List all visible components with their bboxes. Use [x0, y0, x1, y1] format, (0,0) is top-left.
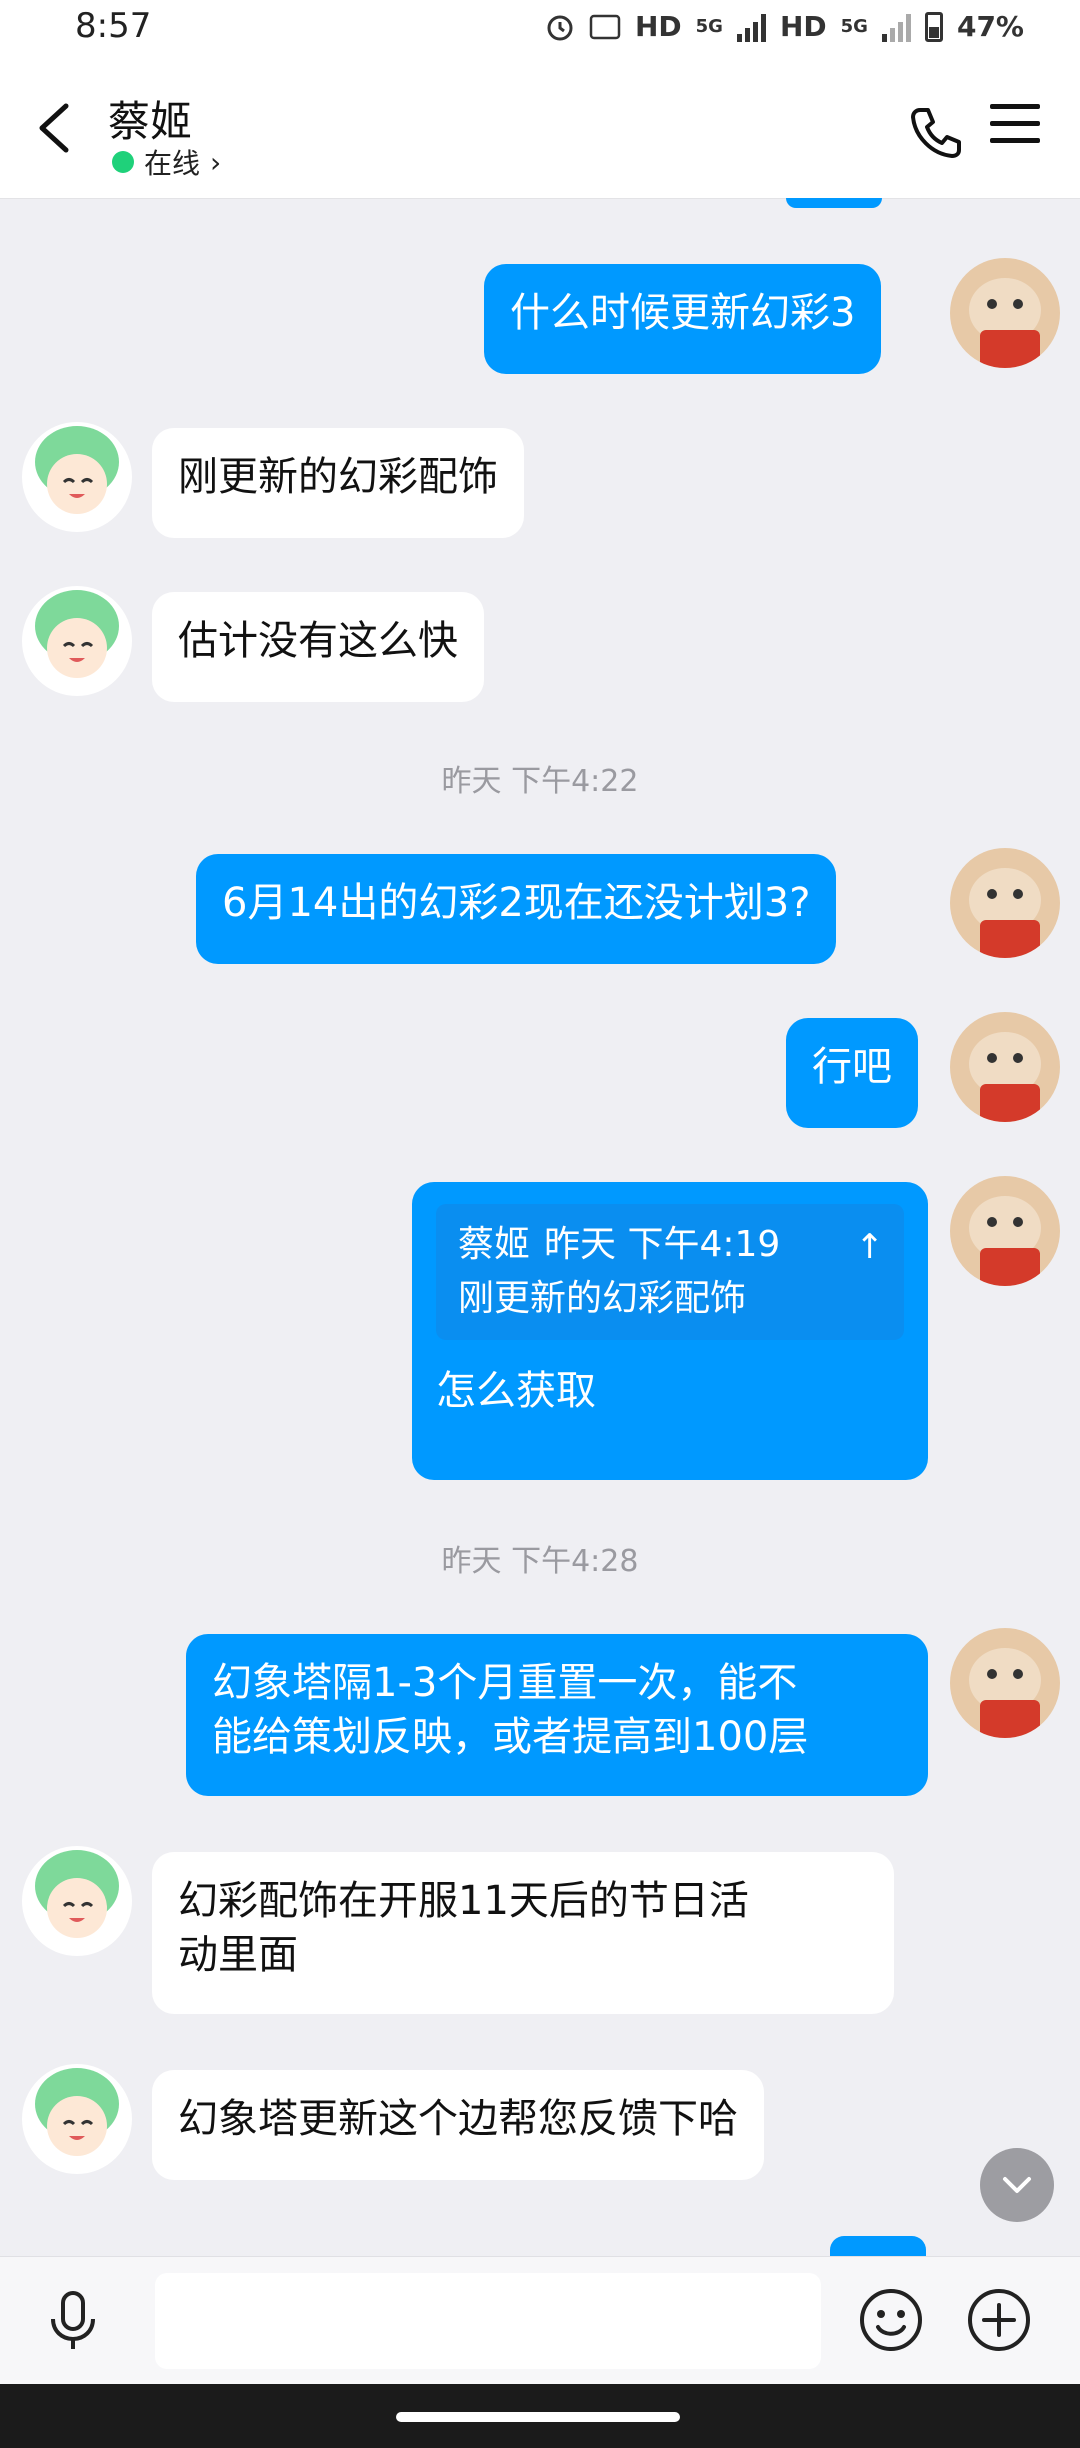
chat-header: 蔡姬 在线 › — [0, 60, 1080, 199]
contact-avatar[interactable] — [22, 422, 132, 532]
phone-icon — [911, 108, 961, 158]
network-type-2: 5G — [840, 16, 868, 37]
network-type-1: 5G — [695, 16, 723, 37]
back-button[interactable] — [28, 98, 84, 158]
status-bar: 8:57 HD 5G HD 5G 47% — [0, 0, 1080, 60]
message-bubble-outgoing[interactable]: 6月14出的幻彩2现在还没计划3? — [196, 854, 837, 964]
message-bubble-incoming[interactable]: 刚更新的幻彩配饰 — [152, 428, 524, 538]
presence-label: 在线 — [144, 147, 201, 180]
cat-avatar — [950, 1012, 1060, 1122]
back-icon — [39, 103, 69, 153]
auto-hz-icon — [589, 14, 621, 39]
signal-icon-2 — [881, 12, 911, 42]
cat-avatar — [950, 848, 1060, 958]
quoted-message[interactable]: 蔡姬 昨天 下午4:19 ↑ 刚更新的幻彩配饰 — [436, 1204, 904, 1340]
quote-text: 刚更新的幻彩配饰 — [458, 1278, 747, 1319]
message-text: 估计没有这么快 — [178, 618, 458, 664]
message-text-line: 幻彩配饰在开服11天后的节日活 — [178, 1878, 749, 1924]
battery-percent: 47% — [956, 10, 1024, 43]
signal-icon-1 — [736, 12, 766, 42]
home-indicator[interactable] — [396, 2412, 680, 2422]
cat-avatar — [950, 1628, 1060, 1738]
my-avatar[interactable] — [950, 848, 1060, 958]
message-text-line: 幻象塔隔1-3个月重置一次，能不 — [212, 1660, 798, 1706]
network-hd-1: HD — [634, 10, 682, 43]
anime-avatar — [22, 2064, 132, 2174]
quote-author: 蔡姬 — [458, 1224, 531, 1265]
status-time: 8:57 — [75, 6, 152, 46]
menu-button[interactable] — [990, 104, 1040, 160]
message-text: 幻象塔更新这个边帮您反馈下哈 — [178, 2096, 738, 2142]
my-avatar[interactable] — [950, 1012, 1060, 1122]
contact-avatar[interactable] — [22, 586, 132, 696]
anime-avatar — [22, 586, 132, 696]
jump-to-quote-icon[interactable]: ↑ — [856, 1220, 885, 1274]
presence-status[interactable]: 在线 › — [112, 142, 221, 182]
emoji-button[interactable] — [856, 2285, 926, 2355]
quote-meta: 蔡姬 昨天 下午4:19 — [458, 1218, 882, 1272]
message-bubble-incoming[interactable]: 估计没有这么快 — [152, 592, 484, 702]
anime-avatar — [22, 422, 132, 532]
chevron-right-icon: › — [210, 145, 222, 179]
quote-time: 昨天 下午4:19 — [544, 1224, 781, 1265]
my-avatar[interactable] — [950, 258, 1060, 368]
menu-icon — [990, 104, 1040, 143]
message-text: 什么时候更新幻彩3 — [510, 290, 856, 336]
contact-avatar[interactable] — [22, 2064, 132, 2174]
message-bubble-incoming[interactable]: 幻彩配饰在开服11天后的节日活 动里面 — [152, 1852, 894, 2014]
alarm-icon — [547, 15, 573, 40]
message-bubble-outgoing-reply[interactable]: 蔡姬 昨天 下午4:19 ↑ 刚更新的幻彩配饰 怎么获取 — [412, 1182, 928, 1480]
message-text-line: 能给策划反映，或者提高到100层 — [212, 1714, 809, 1760]
cat-avatar — [950, 1176, 1060, 1286]
message-bubble-outgoing[interactable]: 行吧 — [786, 1018, 918, 1128]
voice-button[interactable] — [38, 2285, 108, 2355]
scroll-to-bottom-button[interactable] — [980, 2148, 1054, 2222]
message-bubble-partial — [786, 198, 882, 208]
mic-icon — [51, 2291, 95, 2349]
message-text: 怎么获取 — [436, 1368, 596, 1414]
contact-name: 蔡姬 — [108, 97, 193, 146]
network-hd-2: HD — [779, 10, 827, 43]
message-timestamp: 昨天 下午4:22 — [441, 764, 639, 799]
my-avatar[interactable] — [950, 1176, 1060, 1286]
call-button[interactable] — [906, 102, 966, 162]
more-options-button[interactable] — [964, 2285, 1034, 2355]
plus-icon — [968, 2289, 1030, 2351]
cat-avatar — [950, 258, 1060, 368]
input-bar — [0, 2256, 1080, 2385]
message-input[interactable] — [155, 2273, 821, 2369]
battery-icon — [924, 11, 943, 42]
message-bubble-outgoing[interactable]: 什么时候更新幻彩3 — [484, 264, 882, 374]
message-bubble-partial — [830, 2236, 926, 2256]
status-indicators: HD 5G HD 5G 47% — [545, 10, 1024, 43]
anime-avatar — [22, 1846, 132, 1956]
message-text: 行吧 — [812, 1044, 892, 1090]
contact-avatar[interactable] — [22, 1846, 132, 1956]
message-timestamp: 昨天 下午4:28 — [441, 1544, 639, 1579]
online-dot — [112, 151, 134, 173]
chevron-down-icon — [1003, 2177, 1031, 2193]
message-bubble-incoming[interactable]: 幻象塔更新这个边帮您反馈下哈 — [152, 2070, 764, 2180]
message-text: 6月14出的幻彩2现在还没计划3? — [222, 880, 811, 926]
my-avatar[interactable] — [950, 1628, 1060, 1738]
message-text-line: 动里面 — [178, 1932, 298, 1978]
system-navigation-bar — [0, 2384, 1080, 2448]
emoji-icon — [860, 2289, 922, 2351]
message-text: 刚更新的幻彩配饰 — [178, 454, 498, 500]
message-bubble-outgoing[interactable]: 幻象塔隔1-3个月重置一次，能不 能给策划反映，或者提高到100层 — [186, 1634, 928, 1796]
